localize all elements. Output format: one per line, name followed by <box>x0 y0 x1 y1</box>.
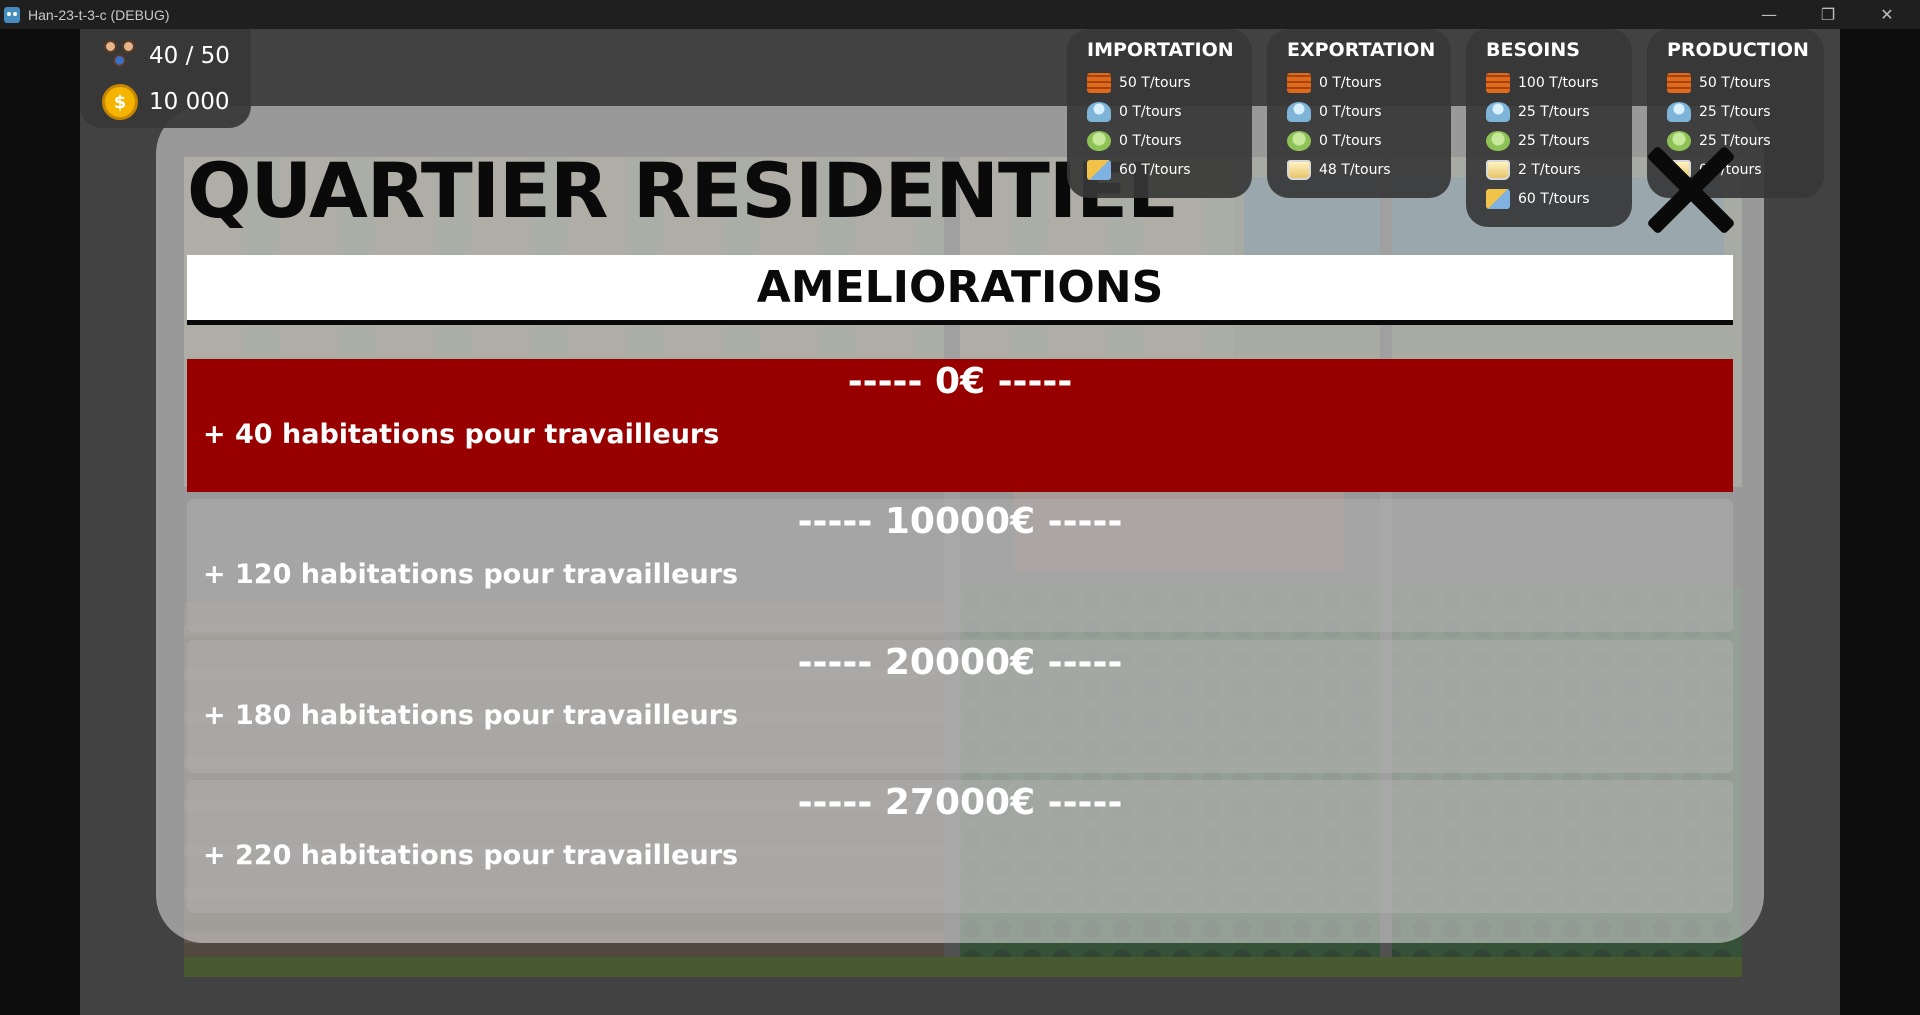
stat-row: 0 T/tours <box>1087 126 1252 155</box>
stat-value: 25 T/tours <box>1699 103 1771 120</box>
people-icon <box>102 38 138 74</box>
water-icon <box>1667 101 1691 122</box>
food-icon <box>1287 130 1311 151</box>
upgrade-price: ----- 10000€ ----- <box>797 501 1123 542</box>
stat-value: 0 T/tours <box>1119 132 1182 149</box>
wood-icon <box>1486 72 1510 93</box>
resource-panel: 40 / 50 $ 10 000 <box>80 29 251 128</box>
upgrade-option[interactable]: ----- 27000€ ----- + 220 habitations pou… <box>187 780 1733 913</box>
goods-icon <box>1486 188 1510 209</box>
stat-row: 0 T/tours <box>1287 68 1451 97</box>
window-title: Han-23-t-3-c (DEBUG) <box>28 6 170 23</box>
wood-icon <box>1087 72 1111 93</box>
close-modal-button[interactable] <box>1632 142 1728 238</box>
population-counter: 40 / 50 <box>102 38 230 74</box>
stat-value: 0 T/tours <box>1119 103 1182 120</box>
coin-icon: $ <box>102 84 138 120</box>
goods-icon <box>1087 159 1111 180</box>
stat-row: 60 T/tours <box>1087 155 1252 184</box>
drink-icon <box>1486 159 1510 180</box>
upgrade-price: ----- 20000€ ----- <box>797 642 1123 683</box>
window-close-button[interactable]: ✕ <box>1858 0 1916 29</box>
stat-value: 25 T/tours <box>1518 132 1590 149</box>
water-icon <box>1087 101 1111 122</box>
upgrades-header: AMELIORATIONS <box>187 255 1733 325</box>
maximize-button[interactable]: ❐ <box>1799 0 1857 29</box>
food-icon <box>1087 130 1111 151</box>
upgrade-option[interactable]: ----- 10000€ ----- + 120 habitations pou… <box>187 499 1733 632</box>
godot-app-icon <box>4 6 20 23</box>
population-value: 40 / 50 <box>149 43 230 69</box>
upgrade-option[interactable]: ----- 20000€ ----- + 180 habitations pou… <box>187 640 1733 773</box>
water-icon <box>1486 101 1510 122</box>
window-titlebar: Han-23-t-3-c (DEBUG) — ❐ ✕ <box>0 0 1920 29</box>
minimize-button[interactable]: — <box>1740 0 1798 29</box>
water-icon <box>1287 101 1311 122</box>
stat-value: 48 T/tours <box>1319 161 1391 178</box>
stat-row: 100 T/tours <box>1486 68 1632 97</box>
stat-row: 0 T/tours <box>1087 97 1252 126</box>
food-icon <box>1486 130 1510 151</box>
stat-value: 60 T/tours <box>1119 161 1191 178</box>
besoins-panel: BESOINS 100 T/tours 25 T/tours 25 T/tours 2 … <box>1466 29 1632 227</box>
drink-icon <box>1287 159 1311 180</box>
stat-row: 2 T/tours <box>1486 155 1632 184</box>
stat-value: 25 T/tours <box>1518 103 1590 120</box>
stat-row: 48 T/tours <box>1287 155 1451 184</box>
stat-value: 0 T/tours <box>1319 74 1382 91</box>
stat-value: 2 T/tours <box>1518 161 1581 178</box>
upgrade-description: + 180 habitations pour travailleurs <box>203 700 739 731</box>
exportation-title: EXPORTATION <box>1287 39 1436 61</box>
upgrade-price: ----- 0€ ----- <box>847 361 1073 402</box>
upgrade-description: + 220 habitations pour travailleurs <box>203 840 739 871</box>
stat-row: 25 T/tours <box>1486 126 1632 155</box>
besoins-title: BESOINS <box>1486 39 1580 61</box>
stat-value: 0 T/tours <box>1319 103 1382 120</box>
upgrade-description: + 40 habitations pour travailleurs <box>203 419 720 450</box>
modal-title: QUARTIER RESIDENTIEL <box>187 146 1175 235</box>
upgrade-option[interactable]: ----- 0€ ----- + 40 habitations pour tra… <box>187 359 1733 492</box>
upgrade-description: + 120 habitations pour travailleurs <box>203 559 739 590</box>
stat-row: 25 T/tours <box>1486 97 1632 126</box>
exportation-panel: EXPORTATION 0 T/tours 0 T/tours 0 T/tours 48… <box>1267 29 1451 198</box>
wood-icon <box>1287 72 1311 93</box>
production-title: PRODUCTION <box>1667 39 1809 61</box>
importation-panel: IMPORTATION 50 T/tours 0 T/tours 0 T/tours 6… <box>1067 29 1252 198</box>
stat-value: 50 T/tours <box>1699 74 1771 91</box>
stat-value: 60 T/tours <box>1518 190 1590 207</box>
stat-value: 50 T/tours <box>1119 74 1191 91</box>
wood-icon <box>1667 72 1691 93</box>
money-counter: $ 10 000 <box>102 84 229 120</box>
stat-row: 0 T/tours <box>1287 97 1451 126</box>
stat-row: 50 T/tours <box>1087 68 1252 97</box>
stat-row: 60 T/tours <box>1486 184 1632 213</box>
importation-title: IMPORTATION <box>1087 39 1234 61</box>
stat-row: 0 T/tours <box>1287 126 1451 155</box>
upgrade-price: ----- 27000€ ----- <box>797 782 1123 823</box>
stat-row: 50 T/tours <box>1667 68 1824 97</box>
stat-value: 100 T/tours <box>1518 74 1599 91</box>
stat-value: 0 T/tours <box>1319 132 1382 149</box>
money-value: 10 000 <box>149 89 230 115</box>
stat-row: 25 T/tours <box>1667 97 1824 126</box>
